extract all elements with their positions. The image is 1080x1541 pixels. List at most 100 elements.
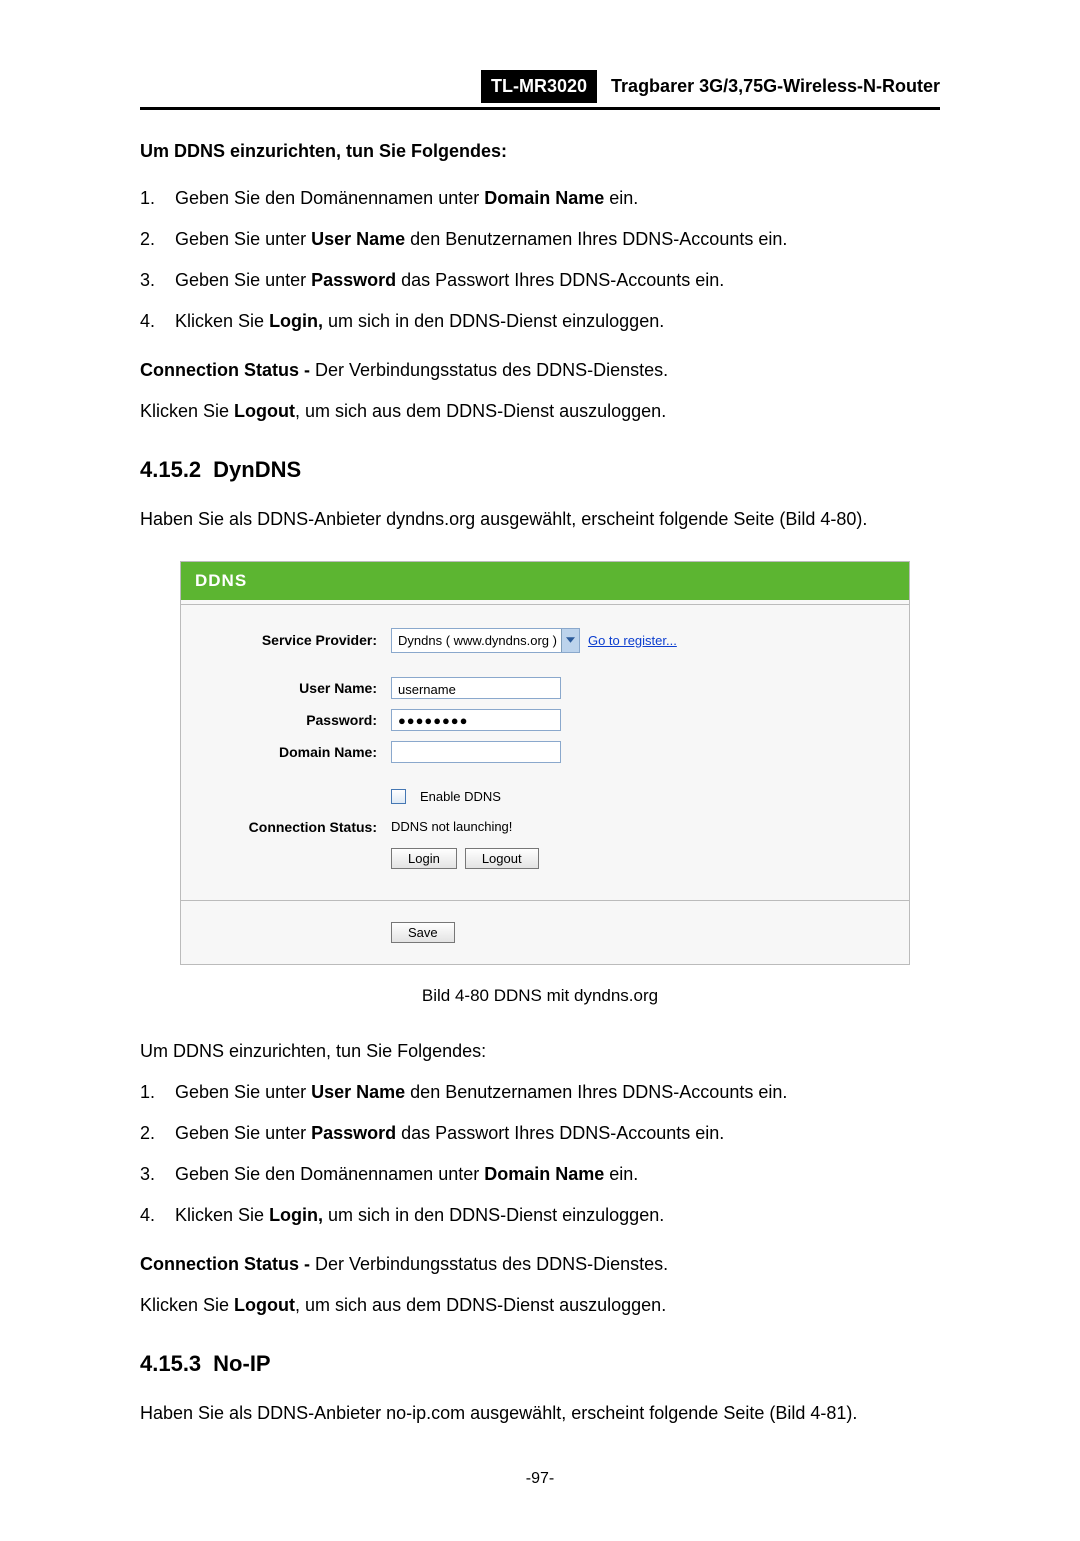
list-number: 2.: [140, 226, 170, 253]
text: , um sich aus dem DDNS-Dienst auszulogge…: [295, 1295, 666, 1315]
section-title: DynDNS: [213, 457, 301, 482]
row-login-logout: Login Logout: [181, 843, 909, 874]
text: Klicken Sie: [175, 1205, 269, 1225]
label-username: User Name:: [201, 678, 391, 699]
list-item: 1. Geben Sie unter User Name den Benutze…: [140, 1079, 940, 1106]
section-number: 4.15.3: [140, 1351, 201, 1376]
ddns-setup-list-2: 1. Geben Sie unter User Name den Benutze…: [140, 1079, 940, 1229]
domain-name-input[interactable]: [391, 741, 561, 763]
text: ein.: [604, 1164, 638, 1184]
text: ein.: [604, 188, 638, 208]
row-username: User Name: username: [181, 672, 909, 704]
label-domain: Domain Name:: [201, 742, 391, 763]
logout-para-1: Klicken Sie Logout, um sich aus dem DDNS…: [140, 398, 940, 425]
figure-caption: Bild 4-80 DDNS mit dyndns.org: [140, 983, 940, 1009]
panel-footer: Save: [181, 905, 909, 964]
list-item: 4. Klicken Sie Login, um sich in den DDN…: [140, 1202, 940, 1229]
bold-term: Password: [311, 1123, 396, 1143]
list-number: 4.: [140, 1202, 170, 1229]
connection-status-para-2: Connection Status - Der Verbindungsstatu…: [140, 1251, 940, 1278]
username-input[interactable]: username: [391, 677, 561, 699]
panel-body: Service Provider: Dyndns ( www.dyndns.or…: [181, 609, 909, 896]
dyndns-intro-para: Haben Sie als DDNS-Anbieter dyndns.org a…: [140, 506, 940, 533]
row-domain: Domain Name:: [181, 736, 909, 768]
enable-ddns-label: Enable DDNS: [420, 787, 501, 807]
text: Geben Sie den Domänennamen unter: [175, 188, 484, 208]
text: Geben Sie den Domänennamen unter: [175, 1164, 484, 1184]
panel-title: DDNS: [181, 562, 909, 600]
list-number: 1.: [140, 185, 170, 212]
text: den Benutzernamen Ihres DDNS-Accounts ei…: [405, 229, 787, 249]
divider: [181, 604, 909, 605]
text: Geben Sie unter: [175, 1123, 311, 1143]
list-number: 3.: [140, 1161, 170, 1188]
divider: [181, 900, 909, 901]
ddns-panel: DDNS Service Provider: Dyndns ( www.dynd…: [180, 561, 910, 965]
text: Klicken Sie: [140, 401, 234, 421]
text: das Passwort Ihres DDNS-Accounts ein.: [396, 270, 724, 290]
password-input[interactable]: ●●●●●●●●: [391, 709, 561, 731]
login-button[interactable]: Login: [391, 848, 457, 869]
list-number: 3.: [140, 267, 170, 294]
save-button[interactable]: Save: [391, 922, 455, 943]
connection-status-para-1: Connection Status - Der Verbindungsstatu…: [140, 357, 940, 384]
bold-term: Login,: [269, 311, 323, 331]
bold-term: Logout: [234, 1295, 295, 1315]
text: Klicken Sie: [140, 1295, 234, 1315]
bold-term: User Name: [311, 1082, 405, 1102]
text: , um sich aus dem DDNS-Dienst auszulogge…: [295, 401, 666, 421]
ddns-setup-heading-2: Um DDNS einzurichten, tun Sie Folgendes:: [140, 1038, 940, 1065]
model-description: Tragbarer 3G/3,75G-Wireless-N-Router: [597, 73, 940, 100]
list-item: 3. Geben Sie unter Password das Passwort…: [140, 267, 940, 294]
ddns-setup-list-1: 1. Geben Sie den Domänennamen unter Doma…: [140, 185, 940, 335]
section-title: No-IP: [213, 1351, 270, 1376]
page-number: -97-: [140, 1467, 940, 1491]
service-provider-select[interactable]: Dyndns ( www.dyndns.org ): [391, 628, 580, 654]
row-enable-ddns: Enable DDNS: [181, 782, 909, 812]
list-number: 2.: [140, 1120, 170, 1147]
bold-term: Login,: [269, 1205, 323, 1225]
row-connection-status: Connection Status: DDNS not launching!: [181, 812, 909, 843]
bold-term: User Name: [311, 229, 405, 249]
ddns-figure: DDNS Service Provider: Dyndns ( www.dynd…: [180, 561, 910, 965]
row-save: Save: [181, 917, 909, 948]
text: um sich in den DDNS-Dienst einzuloggen.: [323, 1205, 664, 1225]
go-to-register-link[interactable]: Go to register...: [588, 631, 677, 651]
logout-button[interactable]: Logout: [465, 848, 539, 869]
text: Klicken Sie: [175, 311, 269, 331]
list-number: 4.: [140, 308, 170, 335]
label-service-provider: Service Provider:: [201, 630, 391, 651]
model-badge: TL-MR3020: [481, 70, 597, 103]
list-item: 1. Geben Sie den Domänennamen unter Doma…: [140, 185, 940, 212]
text: Geben Sie unter: [175, 1082, 311, 1102]
list-item: 4. Klicken Sie Login, um sich in den DDN…: [140, 308, 940, 335]
document-header: TL-MR3020 Tragbarer 3G/3,75G-Wireless-N-…: [140, 70, 940, 110]
section-heading-dyndns: 4.15.2 DynDNS: [140, 453, 940, 486]
select-value: Dyndns ( www.dyndns.org ): [398, 633, 557, 648]
bold-term: Logout: [234, 401, 295, 421]
list-item: 2. Geben Sie unter User Name den Benutze…: [140, 226, 940, 253]
bold-term: Connection Status -: [140, 360, 315, 380]
list-number: 1.: [140, 1079, 170, 1106]
list-item: 2. Geben Sie unter Password das Passwort…: [140, 1120, 940, 1147]
label-connection-status: Connection Status:: [201, 817, 391, 838]
section-heading-noip: 4.15.3 No-IP: [140, 1347, 940, 1380]
text: um sich in den DDNS-Dienst einzuloggen.: [323, 311, 664, 331]
bold-term: Connection Status -: [140, 1254, 315, 1274]
bold-term: Password: [311, 270, 396, 290]
enable-ddns-checkbox[interactable]: [391, 789, 406, 804]
label-password: Password:: [201, 710, 391, 731]
text: Der Verbindungsstatus des DDNS-Dienstes.: [315, 1254, 668, 1274]
row-password: Password: ●●●●●●●●: [181, 704, 909, 736]
bold-term: Domain Name: [484, 1164, 604, 1184]
noip-intro-para: Haben Sie als DDNS-Anbieter no-ip.com au…: [140, 1400, 940, 1427]
field-service-provider: Dyndns ( www.dyndns.org ) Go to register…: [391, 628, 677, 654]
text: Geben Sie unter: [175, 270, 311, 290]
section-number: 4.15.2: [140, 457, 201, 482]
text: Geben Sie unter: [175, 229, 311, 249]
list-item: 3. Geben Sie den Domänennamen unter Doma…: [140, 1161, 940, 1188]
bold-term: Domain Name: [484, 188, 604, 208]
ddns-setup-heading-1: Um DDNS einzurichten, tun Sie Folgendes:: [140, 138, 940, 165]
logout-para-2: Klicken Sie Logout, um sich aus dem DDNS…: [140, 1292, 940, 1319]
text: das Passwort Ihres DDNS-Accounts ein.: [396, 1123, 724, 1143]
